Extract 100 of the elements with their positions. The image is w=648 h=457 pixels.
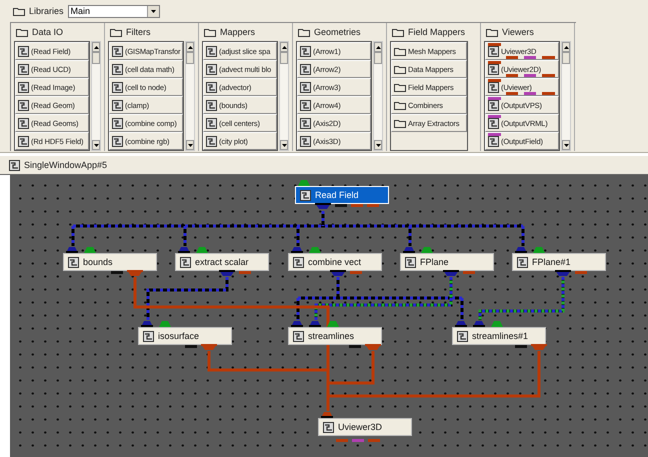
folder-icon xyxy=(394,82,406,92)
input-port-icon[interactable] xyxy=(455,320,467,327)
scroll-up-button[interactable] xyxy=(374,42,382,52)
input-port-icon[interactable] xyxy=(178,246,190,253)
scroll-down-icon xyxy=(150,10,156,12)
module-icon xyxy=(488,82,499,92)
module-icon xyxy=(300,82,311,92)
library-title: Filters xyxy=(126,27,150,37)
scroll-up-button[interactable] xyxy=(280,42,288,52)
port-bar xyxy=(524,74,536,77)
module-node[interactable]: Uviewer3D xyxy=(318,418,412,436)
scrollbar[interactable] xyxy=(91,41,101,151)
module-icon xyxy=(18,82,29,92)
folder-icon xyxy=(110,28,122,36)
input-port-icon[interactable] xyxy=(473,320,485,327)
module-node[interactable]: Read Field xyxy=(295,186,389,204)
module-icon xyxy=(488,64,499,74)
module-node[interactable]: bounds xyxy=(63,253,157,271)
module-icon xyxy=(68,256,79,268)
input-port-icon[interactable] xyxy=(291,320,303,327)
scrollbar[interactable] xyxy=(561,41,571,151)
module-icon xyxy=(488,136,499,146)
module-icon xyxy=(18,46,29,56)
module-icon xyxy=(300,100,311,110)
output-port-icon[interactable] xyxy=(349,344,361,348)
scroll-down-icon xyxy=(376,144,381,146)
input-port-icon[interactable] xyxy=(403,246,415,253)
module-icon xyxy=(300,46,311,56)
module-icon xyxy=(206,82,217,92)
scroll-up-button[interactable] xyxy=(186,42,194,52)
scroll-down-button[interactable] xyxy=(186,140,194,150)
scroll-thumb[interactable] xyxy=(374,52,382,64)
module-icon xyxy=(112,100,123,110)
scroll-up-icon xyxy=(376,46,381,48)
input-port-icon[interactable] xyxy=(515,246,527,253)
scroll-down-icon xyxy=(94,144,99,146)
module-icon xyxy=(517,256,528,268)
folder-icon xyxy=(13,6,25,16)
scroll-down-icon xyxy=(564,144,569,146)
module-icon xyxy=(18,136,29,146)
folder-icon xyxy=(394,64,406,74)
module-node[interactable]: combine vect xyxy=(288,253,382,271)
library-title: Viewers xyxy=(502,27,534,37)
scroll-up-icon xyxy=(94,46,99,48)
module-icon xyxy=(206,46,217,56)
output-port-icon[interactable] xyxy=(185,344,197,348)
module-icon xyxy=(293,256,304,268)
output-port-icon[interactable] xyxy=(515,344,527,348)
input-port-icon[interactable] xyxy=(66,246,78,253)
module-icon xyxy=(488,118,499,128)
scroll-down-button[interactable] xyxy=(92,140,100,150)
module-icon xyxy=(112,82,123,92)
module-node[interactable]: FPlane#1 xyxy=(512,253,606,271)
module-icon xyxy=(112,46,123,56)
folder-icon xyxy=(16,28,28,36)
scrollbar[interactable] xyxy=(279,41,289,151)
scroll-down-icon xyxy=(282,144,287,146)
input-port-icon[interactable] xyxy=(141,320,153,327)
module-icon xyxy=(206,118,217,128)
scroll-up-icon xyxy=(188,46,193,48)
input-port-icon[interactable] xyxy=(321,411,333,418)
module-icon xyxy=(206,64,217,74)
port-bar xyxy=(542,92,555,95)
folder-icon xyxy=(394,118,406,128)
scroll-down-button[interactable] xyxy=(280,140,288,150)
module-node[interactable]: streamlines xyxy=(288,327,382,345)
scroll-up-button[interactable] xyxy=(92,42,100,52)
scrollbar[interactable] xyxy=(373,41,383,151)
folder-icon xyxy=(392,28,404,36)
scrollbar[interactable] xyxy=(185,41,195,151)
port-bar xyxy=(524,92,536,95)
module-icon xyxy=(488,100,499,110)
scroll-up-button[interactable] xyxy=(562,42,570,52)
module-icon xyxy=(300,118,311,128)
scroll-thumb[interactable] xyxy=(92,52,100,64)
scroll-thumb[interactable] xyxy=(562,52,570,64)
output-port-icon[interactable] xyxy=(111,270,123,274)
input-port-icon[interactable] xyxy=(291,246,303,253)
folder-icon xyxy=(394,46,406,56)
module-icon xyxy=(323,422,334,432)
output-port-icon[interactable] xyxy=(335,203,347,207)
module-icon xyxy=(300,190,311,200)
port-bar xyxy=(542,74,555,77)
library-dropdown[interactable]: Main xyxy=(68,4,160,18)
scroll-thumb[interactable] xyxy=(280,52,288,64)
scroll-thumb[interactable] xyxy=(186,52,194,64)
scroll-up-icon xyxy=(282,46,287,48)
module-node[interactable]: extract scalar xyxy=(175,253,269,271)
module-node[interactable]: isosurface xyxy=(138,327,232,345)
port-bar xyxy=(506,56,518,59)
port-bar xyxy=(488,79,501,82)
libraries-label: Libraries xyxy=(29,6,64,16)
scroll-down-button[interactable] xyxy=(374,140,382,150)
module-icon xyxy=(9,160,20,170)
port-bar xyxy=(488,97,501,100)
module-node[interactable]: streamlines#1 xyxy=(452,327,546,345)
scroll-down-button[interactable] xyxy=(562,140,570,150)
library-title: Mappers xyxy=(220,27,256,37)
input-port-icon[interactable] xyxy=(309,320,321,327)
module-node[interactable]: FPlane xyxy=(400,253,494,271)
